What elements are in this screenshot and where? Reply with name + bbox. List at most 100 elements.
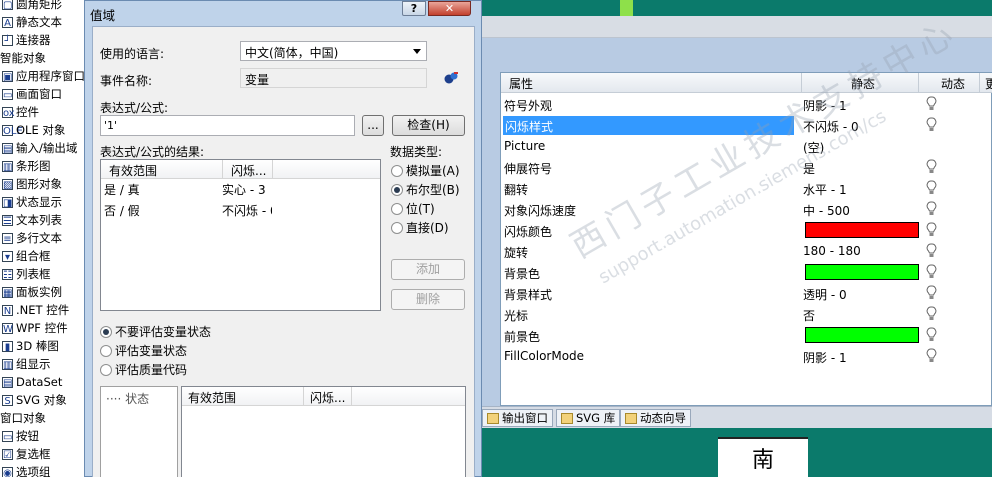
datatype-radio[interactable]: 布尔型(B) — [391, 181, 460, 198]
result-row-range[interactable]: 是 / 真 — [104, 181, 219, 198]
status-col-value[interactable]: 闪烁... — [304, 387, 352, 406]
palette-item[interactable]: ▭ 画面窗口 — [0, 85, 62, 103]
property-value[interactable]: 180 - 180 — [803, 244, 861, 258]
col-property[interactable]: 属性 — [509, 75, 533, 92]
palette-item[interactable]: ox 控件 — [0, 103, 39, 121]
result-list[interactable]: 有效范围 闪烁... 是 / 真 实心 - 3 否 / 假 不闪烁 - 0 — [100, 159, 381, 311]
datatype-radio[interactable]: 位(T) — [391, 200, 435, 217]
tab-dynamic-wizard[interactable]: 动态向导 — [620, 409, 691, 427]
evaluation-radio-label: 评估变量状态 — [115, 344, 188, 358]
color-swatch[interactable] — [805, 264, 919, 280]
lightbulb-icon[interactable] — [926, 96, 937, 111]
lightbulb-icon[interactable] — [926, 222, 937, 237]
palette-item[interactable]: ▥ 组显示 — [0, 355, 51, 373]
lightbulb-icon[interactable] — [926, 180, 937, 195]
palette-item[interactable]: ┘ 连接器 — [0, 31, 51, 49]
check-button[interactable]: 检查(H) — [392, 115, 465, 136]
evaluation-radio[interactable]: 评估变量状态 — [100, 342, 187, 359]
palette-item[interactable]: 智能对象 — [0, 49, 46, 67]
palette-item[interactable]: ▾ 组合框 — [0, 247, 51, 265]
palette-item[interactable]: ▮ 3D 棒图 — [0, 337, 59, 355]
property-row[interactable]: 背景样式 透明 - 0 — [501, 283, 992, 304]
delete-button[interactable]: 删除 — [391, 289, 465, 310]
lightbulb-icon[interactable] — [926, 327, 937, 342]
palette-item[interactable]: ☷ 列表框 — [0, 265, 51, 283]
palette-item[interactable]: N .NET 控件 — [0, 301, 69, 319]
status-tree[interactable]: ···· 状态 — [100, 386, 178, 477]
static-text-icon: A — [2, 16, 13, 29]
palette-item[interactable]: S SVG 对象 — [0, 391, 67, 409]
palette-item[interactable]: ▦ 面板实例 — [0, 283, 62, 301]
property-value[interactable]: 水平 - 1 — [803, 181, 847, 198]
variable-selection-icon[interactable] — [443, 71, 459, 85]
canvas-label-box[interactable]: 南 — [718, 437, 808, 477]
palette-item[interactable]: ▢ 圆角矩形 — [0, 0, 62, 13]
close-button[interactable]: ✕ — [428, 1, 471, 16]
palette-item[interactable]: ▣ 应用程序窗口 — [0, 67, 84, 85]
palette-item[interactable]: W WPF 控件 — [0, 319, 68, 337]
palette-item-label: 控件 — [16, 105, 39, 119]
event-name-field: 变量 — [240, 68, 427, 88]
add-button[interactable]: 添加 — [391, 259, 465, 280]
datatype-radio[interactable]: 模拟量(A) — [391, 162, 460, 179]
tab-output-window[interactable]: 输出窗口 — [482, 409, 553, 427]
properties-header: 属性 静态 动态 更 — [501, 73, 992, 93]
property-row[interactable]: FillColorMode 阴影 - 1 — [501, 346, 992, 367]
palette-item-label: 连接器 — [16, 33, 51, 47]
result-row-value[interactable]: 实心 - 3 — [222, 181, 272, 198]
property-value[interactable]: 阴影 - 1 — [803, 349, 847, 366]
palette-item[interactable]: ▥ 条形图 — [0, 157, 51, 175]
object-palette: ▢ 圆角矩形 A 静态文本 ┘ 连接器 智能对象 ▣ 应用程序窗口 ▭ 画面窗口 ox 控件 OLE OLE… — [0, 0, 84, 477]
property-row[interactable]: 前景色 — [501, 325, 992, 346]
palette-item[interactable]: A 静态文本 — [0, 13, 62, 31]
lightbulb-icon[interactable] — [926, 264, 937, 279]
property-row[interactable]: 光标 否 — [501, 304, 992, 325]
lightbulb-icon[interactable] — [926, 306, 937, 321]
lightbulb-icon[interactable] — [926, 201, 937, 216]
property-value[interactable]: 中 - 500 — [803, 202, 850, 219]
result-row-value[interactable]: 不闪烁 - 0 — [222, 202, 272, 219]
expression-input[interactable]: '1' — [100, 115, 355, 136]
lightbulb-icon[interactable] — [926, 285, 937, 300]
listbox-icon: ☷ — [2, 268, 13, 281]
palette-item[interactable]: ◉ 选项组 — [0, 463, 51, 477]
palette-item[interactable]: ▭ 按钮 — [0, 427, 39, 445]
evaluation-radio[interactable]: 评估质量代码 — [100, 361, 187, 378]
tab-svg-library[interactable]: SVG 库 — [556, 409, 621, 427]
palette-item-label: 组合框 — [16, 249, 51, 263]
result-col-value[interactable]: 闪烁... — [223, 160, 273, 179]
lightbulb-icon[interactable] — [926, 243, 937, 258]
palette-item[interactable]: ☰ 文本列表 — [0, 211, 62, 229]
language-select[interactable]: 中文(简体，中国) — [240, 41, 427, 61]
status-col-range[interactable]: 有效范围 — [182, 387, 304, 406]
palette-item[interactable]: ◨ 状态显示 — [0, 193, 62, 211]
lightbulb-icon[interactable] — [926, 159, 937, 174]
tree-item-status[interactable]: ···· 状态 — [106, 390, 149, 407]
color-swatch[interactable] — [805, 327, 919, 343]
col-update[interactable]: 更 — [985, 75, 992, 92]
lightbulb-icon[interactable] — [926, 348, 937, 363]
lightbulb-icon[interactable] — [926, 117, 937, 132]
property-row[interactable]: 符号外观 阴影 - 1 — [501, 94, 992, 115]
palette-item[interactable]: OLE OLE 对象 — [0, 121, 65, 139]
palette-item[interactable]: ≡ 多行文本 — [0, 229, 62, 247]
palette-item[interactable]: ▤ 输入/输出域 — [0, 139, 77, 157]
palette-item[interactable]: ▤ DataSet — [0, 373, 62, 391]
palette-item-label: 选项组 — [16, 465, 51, 477]
browse-button[interactable]: ... — [362, 115, 384, 136]
datatype-radio[interactable]: 直接(D) — [391, 219, 449, 236]
col-dynamic[interactable]: 动态 — [941, 75, 965, 92]
status-list[interactable]: 有效范围 闪烁... — [181, 386, 466, 477]
palette-item[interactable]: ☑ 复选框 — [0, 445, 51, 463]
help-button[interactable]: ? — [402, 1, 426, 16]
property-value[interactable]: 透明 - 0 — [803, 286, 847, 303]
palette-item[interactable]: 窗口对象 — [0, 409, 46, 427]
property-value[interactable]: 否 — [803, 307, 815, 324]
evaluation-radio[interactable]: 不要评估变量状态 — [100, 323, 211, 340]
color-swatch[interactable] — [805, 222, 919, 238]
palette-item[interactable]: ▨ 图形对象 — [0, 175, 62, 193]
graphic-object-icon: ▨ — [2, 178, 13, 191]
result-col-range[interactable]: 有效范围 — [101, 160, 223, 179]
result-row-range[interactable]: 否 / 假 — [104, 202, 219, 219]
property-row[interactable]: 背景色 — [501, 262, 992, 283]
